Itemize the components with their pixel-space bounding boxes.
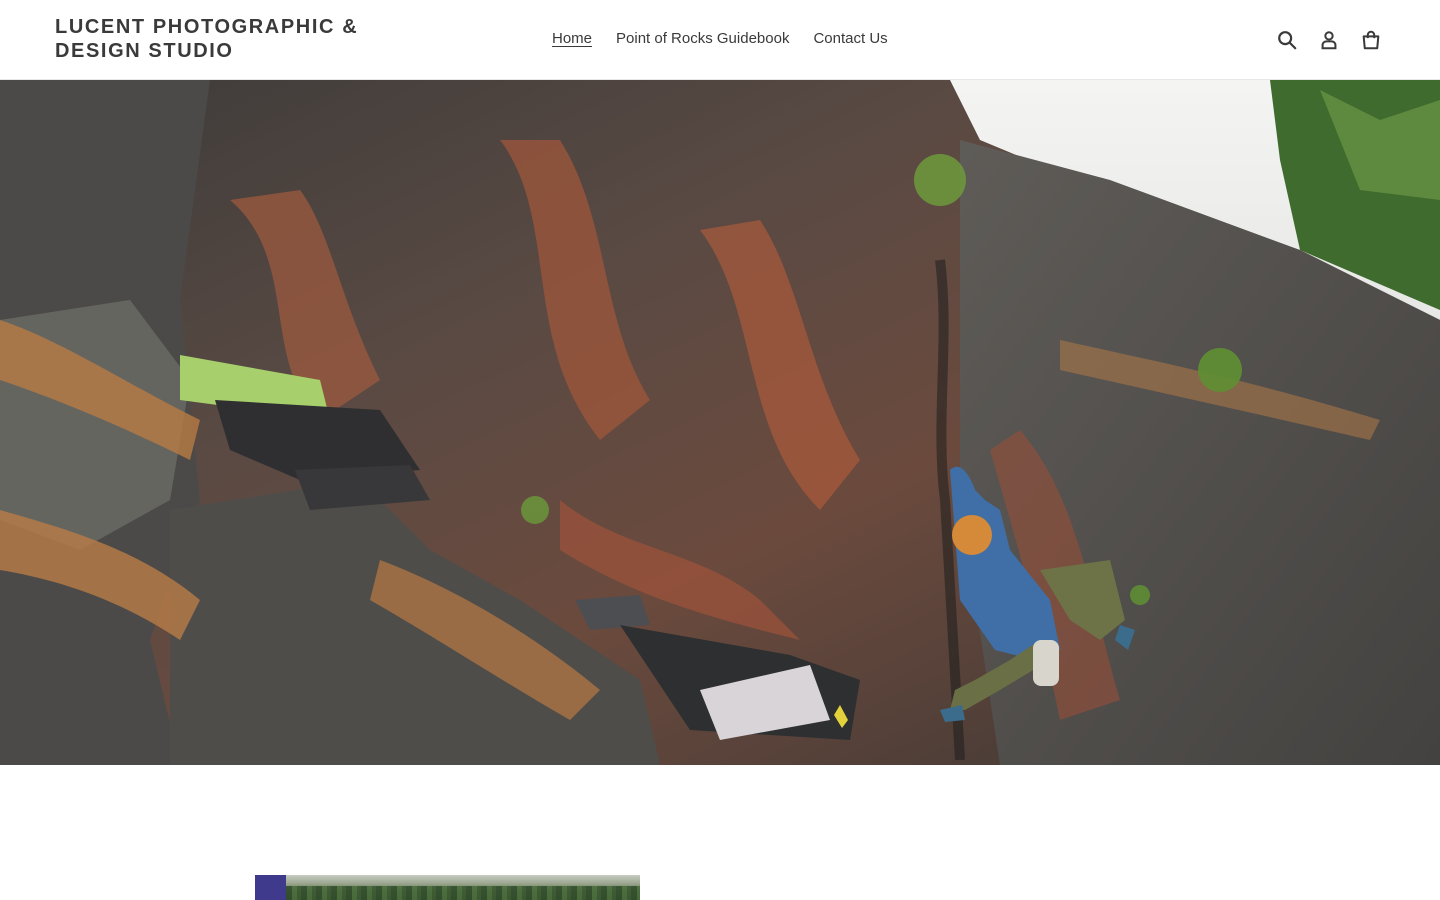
nav-link-home[interactable]: Home <box>540 29 604 49</box>
account-icon[interactable] <box>1316 27 1342 53</box>
accent-swatch <box>255 875 286 900</box>
featured-image-thumbnail[interactable] <box>255 875 640 900</box>
nav-link-contact-us[interactable]: Contact Us <box>801 29 899 49</box>
hero-image <box>0 80 1440 765</box>
search-icon[interactable] <box>1274 27 1300 53</box>
forest-landscape-photo <box>286 875 640 900</box>
site-header: LUCENT PHOTOGRAPHIC & DESIGN STUDIO Home… <box>0 0 1440 80</box>
nav-link-point-of-rocks-guidebook[interactable]: Point of Rocks Guidebook <box>604 29 801 49</box>
cart-icon[interactable] <box>1358 27 1384 53</box>
site-logo[interactable]: LUCENT PHOTOGRAPHIC & DESIGN STUDIO <box>55 15 415 63</box>
main-navigation: Home Point of Rocks Guidebook Contact Us <box>540 29 900 49</box>
header-icons <box>1274 27 1384 53</box>
hero-photo <box>0 80 1440 765</box>
